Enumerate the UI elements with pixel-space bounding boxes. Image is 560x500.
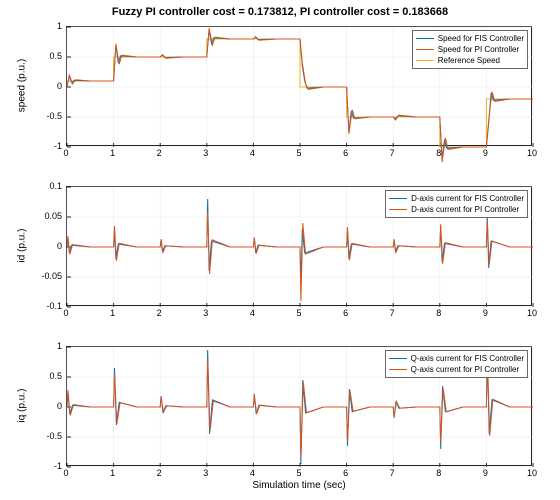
xtick: 10 — [527, 308, 537, 318]
xtick: 1 — [110, 468, 115, 478]
xtick: 6 — [343, 148, 348, 158]
axes-id: D-axis current for FIS Controller D-axis… — [66, 186, 532, 306]
legend-label: Reference Speed — [438, 55, 500, 66]
xtick: 8 — [436, 148, 441, 158]
legend-swatch — [389, 198, 407, 199]
xtick: 0 — [63, 468, 68, 478]
xtick: 8 — [436, 468, 441, 478]
legend-speed: Speed for FIS Controller Speed for PI Co… — [412, 30, 528, 69]
xtick: 7 — [390, 468, 395, 478]
ytick: 0.5 — [32, 51, 62, 61]
xtick: 3 — [203, 148, 208, 158]
ytick: -1 — [32, 461, 62, 471]
xtick: 1 — [110, 148, 115, 158]
ytick: 0 — [32, 401, 62, 411]
xtick: 5 — [296, 148, 301, 158]
xtick: 5 — [296, 308, 301, 318]
legend-id: D-axis current for FIS Controller D-axis… — [385, 190, 528, 218]
legend-label: Q-axis current for FIS Controller — [411, 353, 524, 364]
ytick: 0.05 — [32, 211, 62, 221]
ylabel-speed: speed (p.u.) — [17, 56, 28, 116]
axes-speed: Speed for FIS Controller Speed for PI Co… — [66, 26, 532, 146]
xtick: 7 — [390, 148, 395, 158]
xtick: 7 — [390, 308, 395, 318]
xtick: 10 — [527, 468, 537, 478]
figure-title: Fuzzy PI controller cost = 0.173812, PI … — [0, 6, 560, 18]
legend-label: Q-axis current for PI Controller — [411, 364, 519, 375]
xtick: 10 — [527, 148, 537, 158]
ytick: 0 — [32, 81, 62, 91]
legend-label: Speed for PI Controller — [438, 44, 519, 55]
xtick: 8 — [436, 308, 441, 318]
legend-label: D-axis current for FIS Controller — [411, 193, 524, 204]
xtick: 6 — [343, 468, 348, 478]
legend-swatch — [389, 358, 407, 359]
xlabel: Simulation time (sec) — [66, 480, 532, 491]
axes-iq: Q-axis current for FIS Controller Q-axis… — [66, 346, 532, 466]
ytick: -1 — [32, 141, 62, 151]
figure: Fuzzy PI controller cost = 0.173812, PI … — [0, 0, 560, 500]
xtick: 5 — [296, 468, 301, 478]
xtick: 4 — [250, 468, 255, 478]
legend-swatch — [389, 209, 407, 210]
legend-label: D-axis current for PI Controller — [411, 204, 519, 215]
legend-label: Speed for FIS Controller — [438, 33, 524, 44]
ytick: -0.05 — [32, 271, 62, 281]
ytick: 0.5 — [32, 371, 62, 381]
ytick: 0 — [32, 241, 62, 251]
xtick: 2 — [157, 468, 162, 478]
ytick: 0.1 — [32, 181, 62, 191]
legend-swatch — [416, 49, 434, 50]
xtick: 6 — [343, 308, 348, 318]
legend-swatch — [416, 38, 434, 39]
xtick: 4 — [250, 148, 255, 158]
xtick: 4 — [250, 308, 255, 318]
xtick: 9 — [483, 468, 488, 478]
legend-swatch — [416, 60, 434, 61]
ylabel-iq: iq (p.u.) — [17, 376, 28, 436]
xtick: 9 — [483, 308, 488, 318]
ytick: 1 — [32, 21, 62, 31]
xtick: 2 — [157, 148, 162, 158]
xtick: 3 — [203, 468, 208, 478]
ytick: -0.1 — [32, 301, 62, 311]
xtick: 0 — [63, 148, 68, 158]
ytick: 1 — [32, 341, 62, 351]
legend-swatch — [389, 369, 407, 370]
xtick: 9 — [483, 148, 488, 158]
ylabel-id: id (p.u.) — [17, 216, 28, 276]
ytick: -0.5 — [32, 111, 62, 121]
xtick: 0 — [63, 308, 68, 318]
ytick: -0.5 — [32, 431, 62, 441]
xtick: 2 — [157, 308, 162, 318]
xtick: 3 — [203, 308, 208, 318]
xtick: 1 — [110, 308, 115, 318]
legend-iq: Q-axis current for FIS Controller Q-axis… — [385, 350, 528, 378]
